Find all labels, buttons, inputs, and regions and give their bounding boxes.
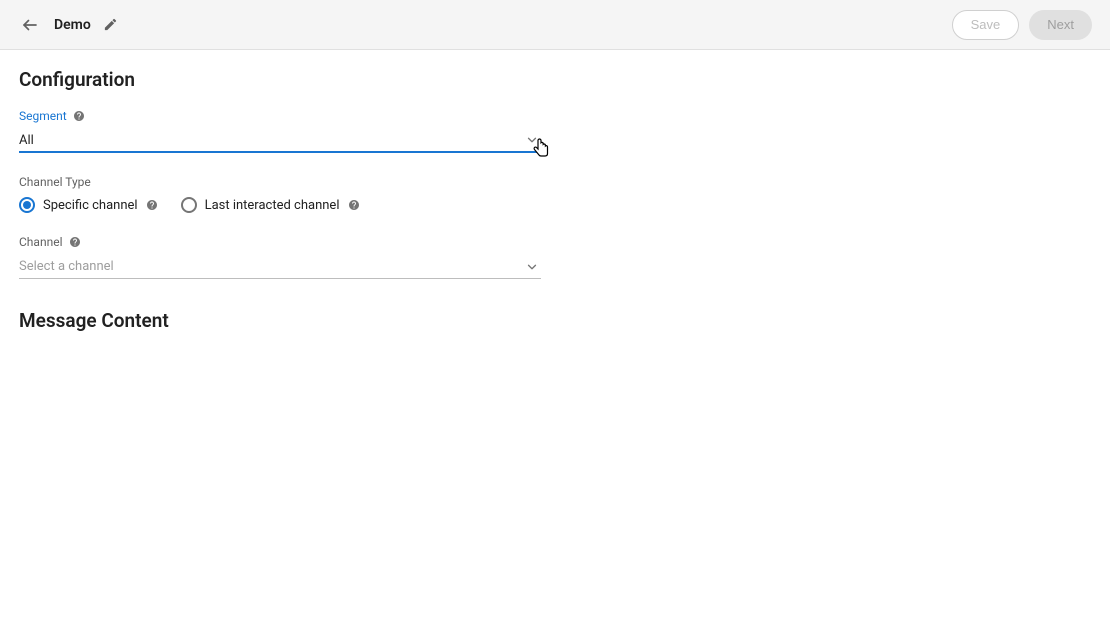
channel-select[interactable]: Select a channel <box>19 255 541 279</box>
radio-specific-channel[interactable]: Specific channel <box>19 197 159 213</box>
chevron-down-icon <box>525 133 539 147</box>
channel-help-icon[interactable] <box>68 236 81 249</box>
header-right: Save Next <box>952 10 1092 40</box>
segment-chevron <box>523 131 541 149</box>
radio-dot <box>23 201 31 209</box>
help-circle-icon <box>348 199 360 211</box>
radio-circle <box>19 197 35 213</box>
radio-last-interacted[interactable]: Last interacted channel <box>181 197 361 213</box>
pencil-icon <box>103 17 118 32</box>
next-button[interactable]: Next <box>1029 10 1092 40</box>
segment-value: All <box>19 133 34 148</box>
segment-label-row: Segment <box>19 109 541 123</box>
last-interacted-help-icon[interactable] <box>348 199 361 212</box>
segment-label: Segment <box>19 109 67 123</box>
channel-label-row: Channel <box>19 235 541 249</box>
channel-type-label: Channel Type <box>19 175 1091 189</box>
channel-type-field: Channel Type Specific channel Last inter… <box>19 175 1091 213</box>
back-button[interactable] <box>18 13 42 37</box>
help-circle-icon <box>73 110 85 122</box>
channel-field: Channel Select a channel <box>19 235 541 279</box>
specific-channel-help-icon[interactable] <box>146 199 159 212</box>
header-left: Demo <box>18 13 121 37</box>
help-circle-icon <box>69 236 81 248</box>
segment-select[interactable]: All <box>19 129 541 153</box>
configuration-heading: Configuration <box>19 68 1091 91</box>
message-content-section: Message Content <box>19 309 1091 332</box>
radio-label-specific: Specific channel <box>43 198 138 213</box>
help-circle-icon <box>146 199 158 211</box>
segment-help-icon[interactable] <box>73 110 86 123</box>
radio-label-last-interacted: Last interacted channel <box>205 198 340 213</box>
channel-label: Channel <box>19 235 62 249</box>
edit-title-button[interactable] <box>101 15 121 35</box>
message-content-heading: Message Content <box>19 309 1091 332</box>
page-title: Demo <box>54 17 91 33</box>
arrow-left-icon <box>21 16 39 34</box>
chevron-down-icon <box>525 260 539 274</box>
segment-field: Segment All <box>19 109 541 153</box>
save-button[interactable]: Save <box>952 10 1020 40</box>
channel-type-radio-group: Specific channel Last interacted channel <box>19 197 1091 213</box>
channel-placeholder: Select a channel <box>19 259 114 274</box>
page-title-wrap: Demo <box>54 15 121 35</box>
channel-chevron <box>523 258 541 276</box>
radio-circle <box>181 197 197 213</box>
content-area: Configuration Segment All Channel Type <box>0 50 1110 368</box>
top-header: Demo Save Next <box>0 0 1110 50</box>
